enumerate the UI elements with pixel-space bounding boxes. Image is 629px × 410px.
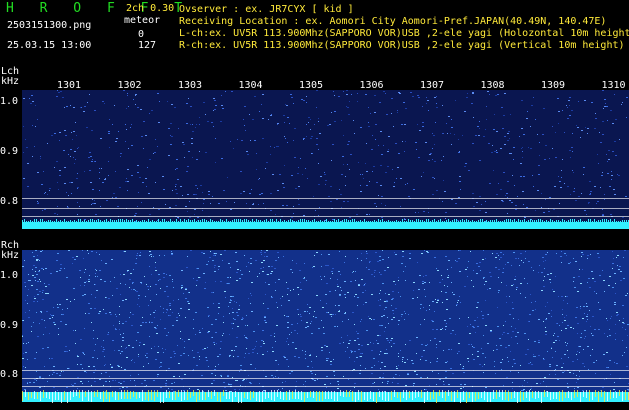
frequency-reference-line (22, 378, 629, 379)
frequency-reference-line (22, 198, 629, 199)
frequency-reference-line (22, 386, 629, 387)
frequency-reference-line (22, 216, 629, 217)
frequency-reference-line (22, 370, 629, 371)
lch-carrier-band (22, 222, 629, 229)
frequency-reference-line (22, 208, 629, 209)
lch-spectrogram-panel (22, 90, 629, 222)
spectrogram-canvas (22, 90, 629, 403)
